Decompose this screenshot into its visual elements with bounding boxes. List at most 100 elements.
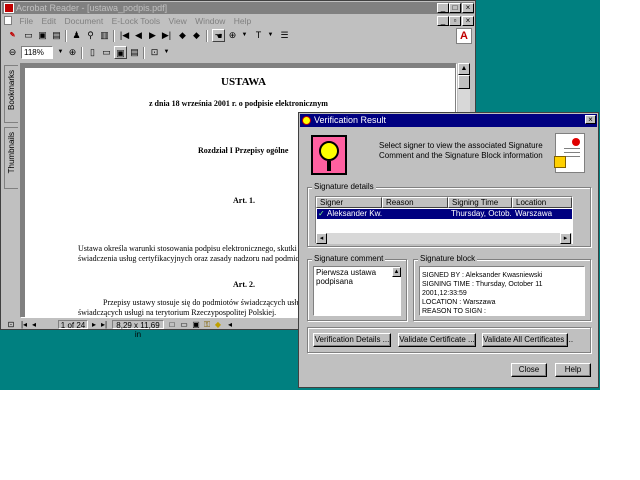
acrobat-titlebar[interactable]: Acrobat Reader - [ustawa_podpis.pdf]: [2, 2, 474, 14]
doc-minimize-button[interactable]: _: [437, 16, 449, 26]
signature-status-icon[interactable]: ◆: [214, 320, 222, 329]
validate-all-certificates-button[interactable]: Validate All Certificates ...: [482, 333, 573, 347]
chevron-down-icon[interactable]: ▼: [160, 46, 173, 59]
fit-page-icon[interactable]: ▭: [100, 46, 113, 59]
form-fill-icon[interactable]: ☰: [278, 29, 291, 42]
column-location[interactable]: Location: [512, 197, 572, 208]
scroll-up-icon[interactable]: ▲: [392, 267, 401, 277]
close-button[interactable]: ×: [462, 3, 474, 13]
signature-details-group: Signature details Signer Reason Signing …: [307, 182, 591, 247]
tab-thumbnails[interactable]: Thumbnails: [4, 127, 18, 189]
zoom-level-field[interactable]: 118%: [21, 46, 53, 59]
facing-icon[interactable]: ▣: [192, 320, 200, 329]
signature-block-field[interactable]: SIGNED BY : Aleksander Kwasniewski SIGNI…: [419, 266, 585, 316]
row-signing-time: Thursday, Octob...: [451, 209, 511, 218]
go-forward-icon[interactable]: ◆: [190, 29, 203, 42]
continuous-icon[interactable]: ▭: [180, 320, 188, 329]
horizontal-scrollbar[interactable]: ◂ ▸: [316, 233, 572, 244]
elock-icon: [311, 135, 347, 175]
navigation-tabs: Bookmarks Thumbnails: [3, 63, 19, 321]
tab-bookmarks-label: Bookmarks: [7, 70, 16, 111]
print-icon[interactable]: ▤: [50, 29, 63, 42]
actions-group: Verification Details ... Validate Certif…: [307, 327, 591, 353]
hand-tool-icon[interactable]: ☚: [212, 29, 225, 42]
zoom-out-icon[interactable]: ⊖: [6, 46, 19, 59]
minimize-button[interactable]: _: [437, 3, 449, 13]
maximize-button[interactable]: □: [449, 3, 461, 13]
block-signed-by: SIGNED BY : Aleksander Kwasniewski: [422, 272, 543, 279]
dialog-close-button[interactable]: ×: [585, 115, 596, 124]
row-signer: Aleksander Kw...: [327, 209, 382, 218]
zoom-in-icon[interactable]: ⊕: [66, 46, 79, 59]
tab-bookmarks[interactable]: Bookmarks: [4, 65, 18, 123]
chevron-down-icon[interactable]: ▼: [238, 29, 251, 42]
validate-certificate-button[interactable]: Validate Certificate ...: [398, 333, 476, 347]
document-menu-icon[interactable]: [4, 16, 12, 25]
next-page-icon[interactable]: ▶: [146, 29, 159, 42]
fit-visible-icon[interactable]: ▤: [128, 46, 141, 59]
open-icon[interactable]: ▭: [22, 29, 35, 42]
show-hide-navigation-icon[interactable]: ▥: [98, 29, 111, 42]
scroll-right-icon[interactable]: ▸: [560, 233, 571, 244]
verification-details-button[interactable]: Verification Details ...: [313, 333, 391, 347]
previous-page-icon[interactable]: ◀: [132, 29, 145, 42]
column-reason[interactable]: Reason: [382, 197, 448, 208]
page-number-field[interactable]: 1 of 24: [58, 320, 88, 330]
dialog-title-icon: [302, 116, 311, 125]
menu-document[interactable]: Document: [61, 15, 106, 27]
doc-article-2: Art. 2.: [233, 280, 255, 289]
doc-article-1: Art. 1.: [233, 196, 255, 205]
chevron-down-icon[interactable]: ▼: [264, 29, 277, 42]
first-page-icon[interactable]: |◂: [20, 320, 28, 329]
signature-check-icon: ✓: [318, 209, 325, 218]
doc-chapter: Rozdział I Przepisy ogólne: [198, 146, 289, 155]
menu-help[interactable]: Help: [231, 15, 254, 27]
row-location: Warszawa: [515, 209, 553, 218]
close-dialog-button[interactable]: Close: [511, 363, 547, 377]
dialog-title: Verification Result: [314, 115, 387, 125]
menu-view[interactable]: View: [166, 15, 190, 27]
column-signing-time[interactable]: Signing Time: [448, 197, 512, 208]
dialog-titlebar[interactable]: Verification Result: [300, 114, 597, 127]
signature-comment-field[interactable]: Pierwsza ustawa podpisana: [313, 266, 401, 316]
signer-list[interactable]: Signer Reason Signing Time Location ✓ Al…: [315, 196, 573, 244]
block-location: LOCATION : Warszawa: [422, 299, 496, 306]
doc-restore-button[interactable]: ▫: [449, 16, 461, 26]
find-icon[interactable]: ♟: [70, 29, 83, 42]
menu-elock-tools[interactable]: E-Lock Tools: [109, 15, 164, 27]
menu-window[interactable]: Window: [192, 15, 228, 27]
column-signer[interactable]: Signer: [316, 197, 382, 208]
single-page-icon[interactable]: □: [168, 320, 176, 329]
last-page-icon[interactable]: ▶|: [160, 29, 173, 42]
table-row[interactable]: ✓ Aleksander Kw... Thursday, Octob... Wa…: [317, 209, 572, 219]
scroll-left-icon[interactable]: ◂: [316, 233, 327, 244]
search-icon[interactable]: ⚲: [84, 29, 97, 42]
signature-comment-label: Signature comment: [312, 254, 386, 264]
instruction-text: Select signer to view the associated Sig…: [379, 141, 543, 160]
signed-document-icon: [554, 133, 585, 173]
tab-thumbnails-label: Thumbnails: [7, 132, 16, 174]
menu-edit[interactable]: Edit: [38, 15, 59, 27]
help-button[interactable]: Help: [555, 363, 591, 377]
view-toolbar: ⊖ 118% ▼ ⊕ ▯ ▭ ▣ ▤ ⊡ ▼: [2, 44, 474, 62]
doc-heading: USTAWA: [221, 76, 267, 88]
menu-file[interactable]: File: [16, 15, 36, 27]
previous-page-icon[interactable]: ◂: [30, 320, 38, 329]
main-toolbar: ✎ ▭ ▣ ▤ ♟ ⚲ ▥ |◀ ◀ ▶ ▶| ◆ ◆ ☚ ⊕ ▼ T ▼ ☰ …: [2, 27, 474, 45]
last-page-icon[interactable]: ▸|: [100, 320, 108, 329]
actual-size-icon[interactable]: ▯: [86, 46, 99, 59]
menubar: File Edit Document E-Lock Tools View Win…: [2, 15, 474, 27]
save-icon[interactable]: ▣: [36, 29, 49, 42]
scroll-thumb[interactable]: [458, 75, 470, 89]
go-back-icon[interactable]: ◆: [176, 29, 189, 42]
scroll-up-icon[interactable]: ▲: [458, 63, 470, 75]
fit-width-icon[interactable]: ▣: [114, 46, 127, 59]
first-page-icon[interactable]: |◀: [118, 29, 131, 42]
doc-close-button[interactable]: ×: [462, 16, 474, 26]
sign-icon[interactable]: ✎: [6, 29, 19, 42]
scroll-left-icon[interactable]: ◂: [226, 320, 234, 329]
comment-text: Pierwsza ustawa podpisana: [316, 268, 377, 286]
status-menu-icon[interactable]: ⊡: [6, 320, 16, 329]
key-icon[interactable]: ⚿: [202, 320, 212, 329]
next-page-icon[interactable]: ▸: [90, 320, 98, 329]
